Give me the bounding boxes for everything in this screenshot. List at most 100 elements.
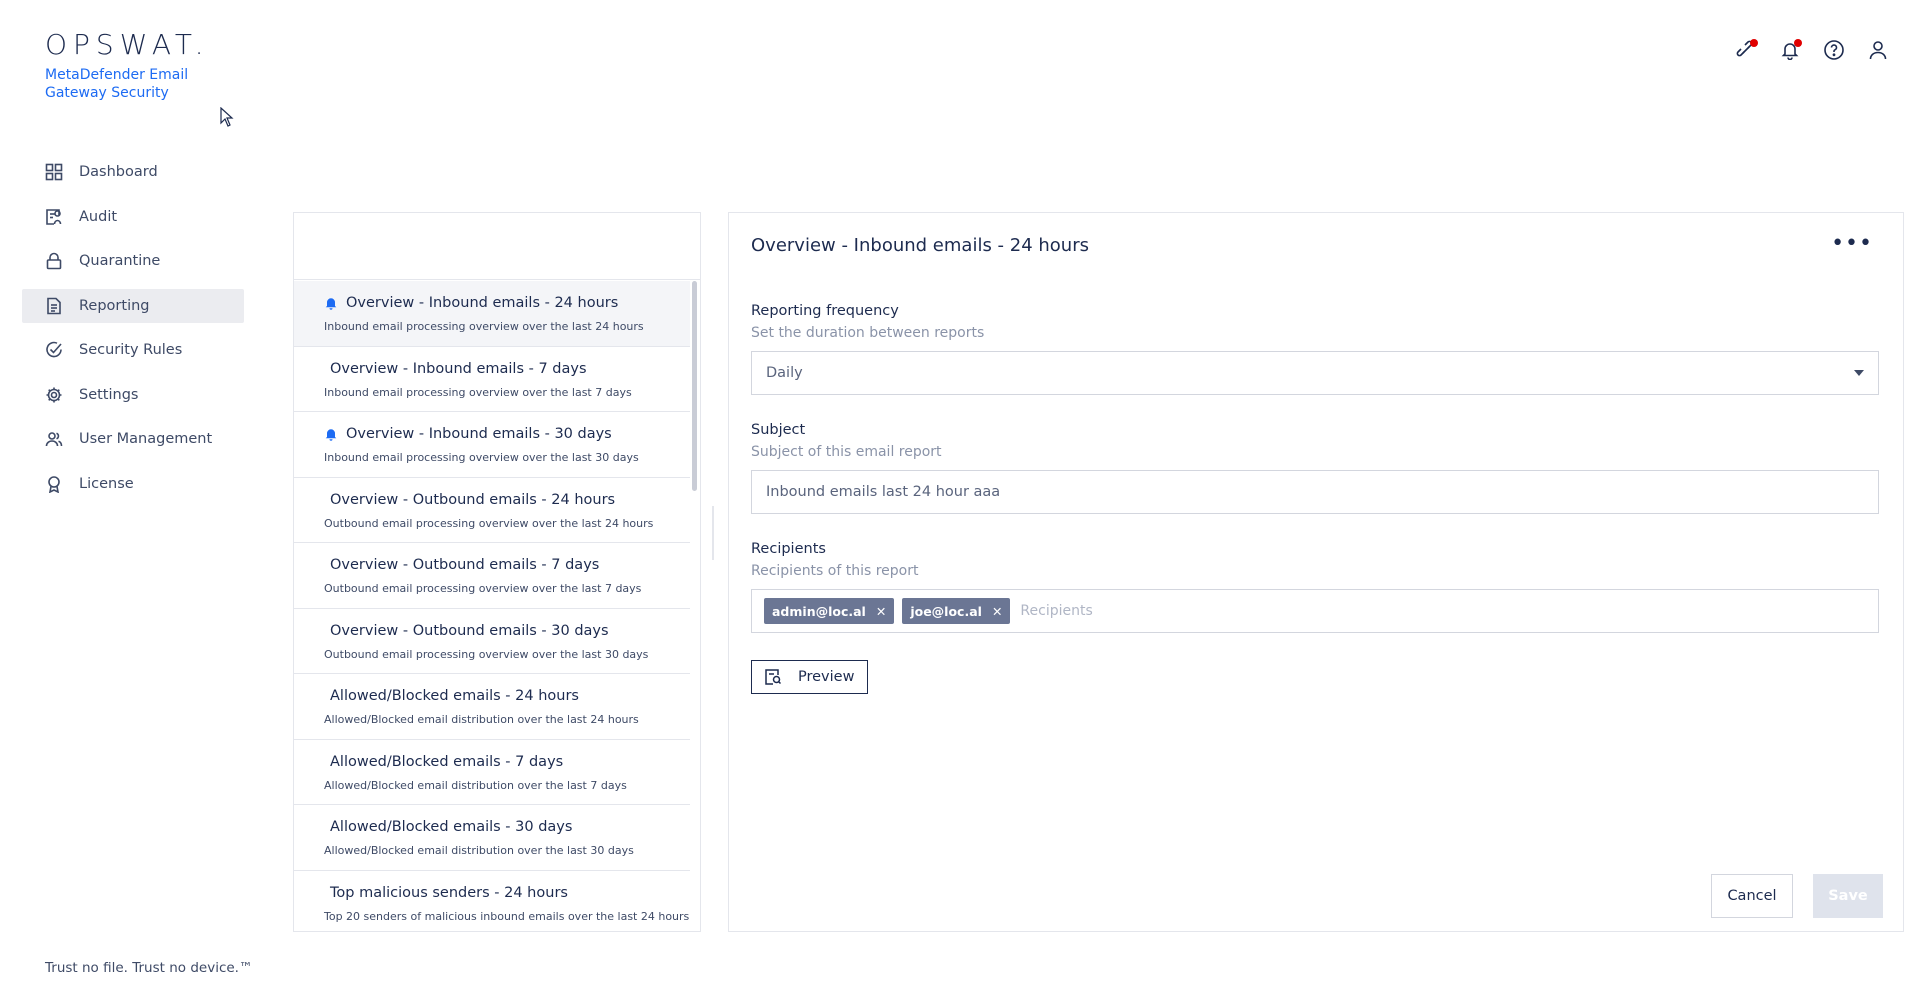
panel-resize-handle[interactable] <box>712 506 714 560</box>
sidebar-item-label: User Management <box>79 431 213 447</box>
recipient-chip: admin@loc.al ✕ <box>764 598 895 624</box>
sidebar-item-label: Settings <box>79 386 139 403</box>
list-scrollbar[interactable] <box>692 281 697 491</box>
report-list-panel: Overview - Inbound emails - 24 hours Inb… <box>293 212 701 932</box>
preview-icon <box>764 668 782 686</box>
report-title: Overview - Outbound emails - 30 days <box>330 622 609 639</box>
sidebar-item-reporting[interactable]: Reporting <box>22 288 244 323</box>
sidebar-item-quarantine[interactable]: Quarantine <box>22 244 244 278</box>
sidebar-item-label: Audit <box>79 208 118 225</box>
audit-icon <box>45 208 63 226</box>
frequency-select[interactable]: Daily <box>751 351 1879 395</box>
report-title: Allowed/Blocked emails - 7 days <box>330 753 564 770</box>
notification-dot <box>1750 39 1758 47</box>
recipients-help: Recipients of this report <box>751 563 919 579</box>
subject-field: Subject Subject of this email report Inb… <box>751 422 1879 514</box>
tagline: Trust no file. Trust no device.™ <box>45 960 253 976</box>
report-list-item[interactable]: Overview - Outbound emails - 30 days Out… <box>294 609 690 674</box>
report-list-item[interactable]: Allowed/Blocked emails - 24 hours Allowe… <box>294 674 690 740</box>
gear-icon <box>45 386 63 404</box>
sidebar-item-settings[interactable]: Settings <box>22 378 244 412</box>
detail-title: Overview - Inbound emails - 24 hours <box>751 235 1089 256</box>
recipients-input-box[interactable]: admin@loc.al ✕ joe@loc.al ✕ <box>751 589 1879 633</box>
report-list[interactable]: Overview - Inbound emails - 24 hours Inb… <box>294 281 690 931</box>
report-list-item[interactable]: Overview - Inbound emails - 7 days Inbou… <box>294 347 690 412</box>
sidebar-item-label: License <box>79 475 134 492</box>
recipients-field: Recipients Recipients of this report adm… <box>751 541 1879 633</box>
report-title: Overview - Inbound emails - 30 days <box>346 426 612 442</box>
help-icon[interactable] <box>1822 38 1846 62</box>
report-title: Overview - Inbound emails - 7 days <box>330 360 587 377</box>
close-icon[interactable]: ✕ <box>992 604 1002 619</box>
sidebar-item-label: Dashboard <box>79 164 158 180</box>
report-description: Outbound email processing overview over … <box>324 516 654 530</box>
report-description: Outbound email processing overview over … <box>324 647 649 661</box>
report-list-header <box>294 213 700 280</box>
save-button[interactable]: Save <box>1813 874 1883 918</box>
close-icon[interactable]: ✕ <box>876 604 886 619</box>
sidebar-item-label: Reporting <box>79 297 150 314</box>
report-title: Overview - Inbound emails - 24 hours <box>346 295 619 311</box>
sidebar-item-label: Quarantine <box>79 253 161 269</box>
report-list-item[interactable]: Overview - Inbound emails - 24 hours Inb… <box>294 281 690 347</box>
report-description: Inbound email processing overview over t… <box>324 385 632 399</box>
topbar-actions <box>1734 38 1890 62</box>
preview-button[interactable]: Preview <box>751 660 868 694</box>
sidebar: OPSWAT. MetaDefender Email Gateway Secur… <box>0 0 290 1008</box>
recipient-chip-label: admin@loc.al <box>772 603 866 619</box>
logo-text: OPSWAT. <box>45 28 210 61</box>
report-description: Allowed/Blocked email distribution over … <box>324 844 634 857</box>
user-icon[interactable] <box>1866 38 1890 62</box>
integration-icon[interactable] <box>1734 38 1758 62</box>
recipient-chip-label: joe@loc.al <box>910 603 982 619</box>
lock-icon <box>45 252 63 270</box>
report-list-item[interactable]: Allowed/Blocked emails - 7 days Allowed/… <box>294 740 690 805</box>
mouse-cursor-icon <box>220 106 234 131</box>
sidebar-item-audit[interactable]: Audit <box>22 200 244 234</box>
report-description: Inbound email processing overview over t… <box>324 320 644 333</box>
notification-dot <box>1794 39 1802 47</box>
report-title: Overview - Outbound emails - 24 hours <box>330 491 616 508</box>
brand-logo[interactable]: OPSWAT. MetaDefender Email Gateway Secur… <box>45 30 210 102</box>
report-description: Inbound email processing overview over t… <box>324 451 639 464</box>
subject-help: Subject of this email report <box>751 444 942 460</box>
frequency-value: Daily <box>766 365 803 381</box>
report-list-item[interactable]: Overview - Inbound emails - 30 days Inbo… <box>294 412 690 478</box>
sidebar-item-dashboard[interactable]: Dashboard <box>22 155 244 189</box>
bell-icon <box>324 427 338 441</box>
users-icon <box>45 430 63 448</box>
report-description: Allowed/Blocked email distribution over … <box>324 713 639 726</box>
report-list-item[interactable]: Overview - Outbound emails - 24 hours Ou… <box>294 478 690 543</box>
cancel-button[interactable]: Cancel <box>1711 874 1793 918</box>
grid-icon <box>45 163 63 181</box>
sidebar-item-label: Security Rules <box>79 342 183 358</box>
sidebar-item-license[interactable]: License <box>22 467 244 501</box>
frequency-field: Reporting frequency Set the duration bet… <box>751 303 1879 395</box>
bell-icon[interactable] <box>1778 38 1802 62</box>
report-description: Top 20 senders of malicious inbound emai… <box>324 909 690 923</box>
report-description: Outbound email processing overview over … <box>324 582 642 595</box>
report-list-item[interactable]: Overview - Outbound emails - 7 days Outb… <box>294 543 690 609</box>
subject-input[interactable]: Inbound emails last 24 hour aaa <box>751 470 1879 514</box>
frequency-help: Set the duration between reports <box>751 325 985 341</box>
document-icon <box>45 297 63 315</box>
subject-label: Subject <box>751 422 806 438</box>
shield-check-icon <box>45 341 63 359</box>
report-description: Allowed/Blocked email distribution over … <box>324 778 627 792</box>
report-title: Allowed/Blocked emails - 30 days <box>330 819 573 835</box>
recipients-input[interactable] <box>1020 603 1864 619</box>
recipient-chip: joe@loc.al ✕ <box>902 598 1011 624</box>
more-options-icon[interactable]: ••• <box>1831 233 1873 255</box>
sidebar-nav: Dashboard Audit Quarantine Reporting Sec… <box>22 155 244 511</box>
sidebar-item-security-rules[interactable]: Security Rules <box>22 333 244 367</box>
report-title: Overview - Outbound emails - 7 days <box>330 557 600 573</box>
report-title: Top malicious senders - 24 hours <box>330 884 568 901</box>
frequency-label: Reporting frequency <box>751 303 899 319</box>
report-title: Allowed/Blocked emails - 24 hours <box>330 688 579 704</box>
report-list-item[interactable]: Top malicious senders - 24 hours Top 20 … <box>294 871 690 932</box>
chevron-down-icon <box>1854 370 1864 376</box>
sidebar-item-user-management[interactable]: User Management <box>22 422 244 456</box>
bell-icon <box>324 296 338 310</box>
report-detail-panel: Overview - Inbound emails - 24 hours •••… <box>728 212 1904 932</box>
report-list-item[interactable]: Allowed/Blocked emails - 30 days Allowed… <box>294 805 690 871</box>
